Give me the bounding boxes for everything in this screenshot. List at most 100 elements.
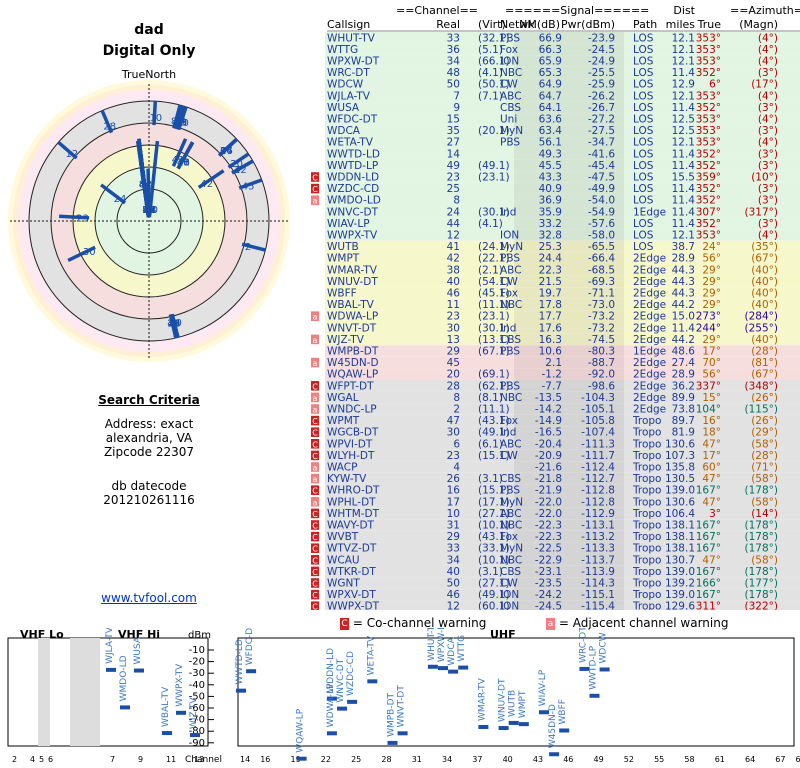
vector-label: 10 bbox=[149, 113, 162, 124]
channel-tick: 25 bbox=[351, 755, 361, 764]
signal-bar-label: WDCW bbox=[599, 632, 609, 663]
table-row[interactable]: WUSA 9 CBS 64.1 -26.7 LOS 11.4 352° (3°) bbox=[325, 101, 800, 114]
table-row[interactable]: WFDC-DT 15 Uni 63.6 -27.2 LOS 12.5 353° (4°) bbox=[325, 113, 800, 126]
distance-miles: 138.1 bbox=[665, 531, 695, 543]
table-row[interactable]: WJLA-TV 7 (7.1)ABC 64.7 -26.2 LOS 12.1 353° (4°) bbox=[325, 90, 800, 102]
table-row[interactable]: WHRO-DT 16 (15.1)PBS -21.9 -112.8 Tropo 139.0 1… bbox=[311, 484, 800, 497]
distance-miles: 139.0 bbox=[665, 485, 695, 497]
distance-miles: 28.9 bbox=[672, 253, 695, 265]
channel-real: 13 bbox=[447, 334, 460, 346]
callsign: WPVI-DT bbox=[327, 438, 373, 450]
azimuth-magnetic: (3°) bbox=[758, 160, 778, 172]
table-row[interactable]: WHTM-DT 10 (27.1)ABC -22.0 -112.9 Tropo 106.4 3… bbox=[311, 507, 800, 520]
nm-db: -22.0 bbox=[535, 496, 562, 508]
table-row[interactable]: WMDO-LD 8 36.9 -54.0 LOS 11.4 352° (3°) a bbox=[311, 194, 800, 207]
table-row[interactable]: WDWA-LP 23 (23.1) 17.7 -73.2 2Edge 15.0 273° (28… bbox=[311, 310, 800, 323]
path: Tropo bbox=[632, 473, 661, 485]
signal-bar bbox=[246, 669, 257, 674]
vector-label: 22 bbox=[234, 165, 247, 176]
network: Ind bbox=[500, 427, 516, 439]
table-row[interactable]: WBAL-TV 11 (11.1)NBC 17.8 -73.0 2Edge 44.2 29°(… bbox=[325, 298, 800, 311]
table-row[interactable]: WAVY-DT 31 (10.1)NBC -22.3 -113.1 Tropo 138.1 1… bbox=[311, 519, 800, 532]
network: Fox bbox=[500, 415, 518, 427]
table-row[interactable]: WNVC-DT 24 (30.1)Ind 35.9 -54.9 1Edge 11.4 307°… bbox=[325, 206, 800, 218]
table-row[interactable]: KYW-TV 26 (3.1)CBS -21.8 -112.7 Tropo 130.5 47°… bbox=[311, 472, 800, 485]
power-dbm: -105.8 bbox=[581, 415, 615, 427]
power-dbm: -23.9 bbox=[588, 32, 615, 44]
table-row[interactable]: WDCA 35 (20.1)MyN 63.4 -27.5 LOS 12.5 353° (3°) bbox=[325, 124, 800, 137]
table-row[interactable]: WPXV-DT 46 (49.1)ION -24.2 -115.1 Tropo 139.0 1… bbox=[311, 588, 800, 601]
table-row[interactable]: WBFF 46 (45.1)Fox 19.7 -71.1 2Edge 44.3 29° (40°… bbox=[325, 287, 800, 300]
table-row[interactable]: WACP 4 -21.6 -112.4 Tropo 135.8 60° (71°) a bbox=[311, 461, 800, 474]
table-row[interactable]: WJZ-TV 13 (13.1)CBS 16.3 -74.5 2Edge 44.2 29° (4… bbox=[311, 333, 800, 346]
vhf-gap-2 bbox=[70, 638, 100, 746]
azimuth-magnetic: (322°) bbox=[745, 601, 778, 610]
table-row[interactable]: WMPB-DT 29 (67.1)PBS 10.6 -80.3 1Edge 48.6 17°(… bbox=[325, 345, 800, 358]
table-row[interactable]: WFPT-DT 28 (62.1)PBS -7.7 -98.6 2Edge 36.2 337°… bbox=[311, 380, 800, 392]
distance-miles: 130.6 bbox=[665, 438, 695, 450]
network: NBC bbox=[500, 299, 522, 311]
distance-miles: 11.4 bbox=[672, 195, 696, 207]
callsign: WDCA bbox=[327, 125, 361, 137]
table-row[interactable]: W45DN-D 45 2.1 -88.7 2Edge 27.4 70° (81°) a bbox=[311, 356, 800, 369]
signal-bar-label: WMDO-LD bbox=[119, 655, 129, 701]
table-row[interactable]: WTKR-DT 40 (3.1)CBS -23.1 -113.9 Tropo 139.0 16… bbox=[311, 565, 800, 578]
table-row[interactable]: WIAV-LP 44 (4.1) 33.2 -57.6 LOS 11.4 352° (3°) bbox=[325, 217, 800, 230]
zipcode: Zipcode 22307 bbox=[103, 445, 195, 459]
table-row[interactable]: WCAU 34 (10.1)NBC -22.9 -113.7 Tropo 130.7 47°(… bbox=[311, 554, 800, 566]
table-row[interactable]: WDDN-LD 23 (23.1) 43.3 -47.5 LOS 15.5 359° (10°)… bbox=[311, 171, 800, 184]
signal-bar-label: WIAV-LP bbox=[538, 669, 548, 706]
table-row[interactable]: WGCB-DT 30 (49.1)Ind -16.5 -107.4 Tropo 81.9 18… bbox=[311, 426, 800, 439]
channel-real: 29 bbox=[447, 531, 460, 543]
table-row[interactable]: WWTD-LP 49 (49.1) 45.5 -45.4 LOS 11.4 352° (3°) bbox=[325, 159, 800, 172]
warning-letter: C bbox=[312, 382, 318, 391]
table-row[interactable]: WUTB 41 (24.1)MyN 25.3 -65.5 LOS 38.7 24° (35°) bbox=[325, 240, 800, 253]
table-row[interactable]: WTTG 36 (5.1)Fox 66.3 -24.5 LOS 12.1 353° (4°) bbox=[325, 43, 800, 56]
table-row[interactable]: WWPX-TV 12 ION 32.8 -58.0 LOS 12.1 353° (4°) bbox=[325, 229, 800, 242]
table-row[interactable]: WPMT 47 (43.1)Fox -14.9 -105.8 Tropo 89.7 16° (2… bbox=[311, 414, 800, 427]
table-row[interactable]: WNDC-LP 2 (11.1) -14.2 -105.1 2Edge 73.8 104° (1… bbox=[311, 403, 800, 416]
table-row[interactable]: WPXW-DT 34 (66.1)ION 65.9 -24.9 LOS 12.1 353° (4… bbox=[325, 55, 800, 68]
azimuth-true: 353° bbox=[696, 137, 721, 149]
channel-tick: 2 bbox=[12, 755, 17, 764]
channel-real: 20 bbox=[447, 369, 460, 381]
table-row[interactable]: WPHL-DT 17 (17.1)MyN -22.0 -112.8 Tropo 130.6 4… bbox=[311, 496, 800, 508]
azimuth-true: 29° bbox=[702, 288, 721, 300]
warning-letter: C bbox=[312, 522, 318, 531]
table-row[interactable]: WRC-DT 48 (4.1)NBC 65.3 -25.5 LOS 11.4 352° (3°) bbox=[325, 66, 800, 79]
table-row[interactable]: WMAR-TV 38 (2.1)ABC 22.3 -68.5 2Edge 44.3 29° (4… bbox=[325, 264, 800, 276]
azimuth-true: 353° bbox=[696, 56, 721, 68]
callsign: WNDC-LP bbox=[327, 404, 377, 416]
table-row[interactable]: WQAW-LP 20 (69.1) -1.2 -92.0 2Edge 28.9 56° (67°… bbox=[325, 368, 800, 381]
table-row[interactable]: WDCW 50 (50.1)CW 64.9 -25.9 LOS 12.9 6° (17°) bbox=[325, 78, 800, 91]
azimuth-true: 16° bbox=[702, 415, 721, 427]
path: LOS bbox=[633, 32, 654, 44]
power-dbm: -24.9 bbox=[588, 56, 615, 68]
table-row[interactable]: WNUV-DT 40 (54.1)CW 21.5 -69.3 2Edge 44.3 29° (4… bbox=[325, 275, 800, 288]
table-row[interactable]: WGNT 50 (27.1)CW -23.5 -114.3 Tropo 139.2 166°(… bbox=[311, 577, 800, 590]
path: LOS bbox=[633, 230, 654, 242]
tvfool-link[interactable]: www.tvfool.com bbox=[0, 591, 298, 605]
table-row[interactable]: WTVZ-DT 33 (33.1)MyN -22.5 -113.3 Tropo 138.1 1… bbox=[311, 542, 800, 555]
nm-db: 36.9 bbox=[539, 195, 562, 207]
distance-miles: 11.4 bbox=[672, 218, 696, 230]
table-row[interactable]: WWTD-LD 14 49.3 -41.6 LOS 11.4 352° (3°) bbox=[325, 148, 800, 160]
table-row[interactable]: WETA-TV 27 PBS 56.1 -34.7 LOS 12.1 353° (4°) bbox=[325, 136, 800, 149]
table-row[interactable]: WMPT 42 (22.1)PBS 24.4 -66.4 2Edge 28.9 56° (67°… bbox=[325, 252, 800, 265]
channel-real: 29 bbox=[447, 346, 460, 358]
table-row[interactable]: WWPX-DT 12 (60.1)ION -24.5 -115.4 Tropo 129.6 3… bbox=[311, 600, 800, 610]
table-row[interactable]: WVBT 29 (43.1)Fox -22.3 -113.2 Tropo 138.1 167°… bbox=[311, 530, 800, 543]
table-row[interactable]: WGAL 8 (8.1)NBC -13.5 -104.3 2Edge 89.9 15° (26°… bbox=[311, 391, 800, 404]
distance-miles: 106.4 bbox=[665, 508, 695, 520]
azimuth-true: 353° bbox=[696, 44, 721, 56]
azimuth-magnetic: (4°) bbox=[758, 56, 778, 68]
vector-label: 42 bbox=[200, 179, 213, 190]
table-row[interactable]: WHUT-TV 33 (32.1)PBS 66.9 -23.9 LOS 12.1 353° (4… bbox=[325, 32, 800, 44]
table-row[interactable]: WZDC-CD 25 40.9 -49.9 LOS 11.4 352° (3°) C bbox=[311, 182, 800, 195]
table-row[interactable]: WLYH-DT 23 (15.1)CW -20.9 -111.7 Tropo 107.3 17… bbox=[311, 449, 800, 462]
channel-real: 10 bbox=[447, 508, 460, 520]
table-row[interactable]: WPVI-DT 6 (6.1)ABC -20.4 -111.3 Tropo 130.6 47°… bbox=[311, 438, 800, 450]
network: ABC bbox=[500, 438, 522, 450]
azimuth-magnetic: (58°) bbox=[751, 554, 778, 566]
table-row[interactable]: WNVT-DT 30 (30.1)Ind 17.6 -73.2 2Edge 11.4 244°… bbox=[325, 322, 800, 334]
